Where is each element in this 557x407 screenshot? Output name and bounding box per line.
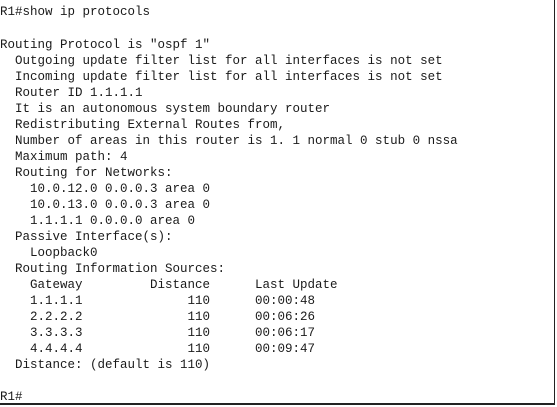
terminal-line: Redistributing External Routes from, bbox=[0, 118, 286, 132]
terminal-line: Gateway Distance Last Update bbox=[0, 278, 338, 292]
terminal-line: Outgoing update filter list for all inte… bbox=[0, 54, 443, 68]
terminal-line: 2.2.2.2 110 00:06:26 bbox=[0, 310, 316, 324]
terminal-window[interactable]: R1#show ip protocols Routing Protocol is… bbox=[0, 0, 555, 405]
terminal-line: It is an autonomous system boundary rout… bbox=[0, 102, 331, 116]
terminal-line: Number of areas in this router is 1. 1 n… bbox=[0, 134, 458, 148]
terminal-line: Routing Protocol is "ospf 1" bbox=[0, 38, 211, 52]
terminal-line: R1#show ip protocols bbox=[0, 5, 151, 19]
terminal-prompt[interactable]: R1# bbox=[0, 389, 23, 403]
terminal-line: Maximum path: 4 bbox=[0, 150, 128, 164]
terminal-line: 4.4.4.4 110 00:09:47 bbox=[0, 342, 316, 356]
terminal-line: Passive Interface(s): bbox=[0, 230, 173, 244]
terminal-line: Routing for Networks: bbox=[0, 166, 173, 180]
terminal-line: 10.0.12.0 0.0.0.3 area 0 bbox=[0, 182, 211, 196]
terminal-line: 1.1.1.1 0.0.0.0 area 0 bbox=[0, 214, 196, 228]
terminal-line: 10.0.13.0 0.0.0.3 area 0 bbox=[0, 198, 211, 212]
terminal-line: 3.3.3.3 110 00:06:17 bbox=[0, 326, 316, 340]
terminal-line: Router ID 1.1.1.1 bbox=[0, 86, 143, 100]
terminal-line: Distance: (default is 110) bbox=[0, 358, 211, 372]
terminal-line: 1.1.1.1 110 00:00:48 bbox=[0, 294, 316, 308]
terminal-line: Incoming update filter list for all inte… bbox=[0, 70, 443, 84]
terminal-line: Loopback0 bbox=[0, 246, 98, 260]
terminal-line: Routing Information Sources: bbox=[0, 262, 226, 276]
